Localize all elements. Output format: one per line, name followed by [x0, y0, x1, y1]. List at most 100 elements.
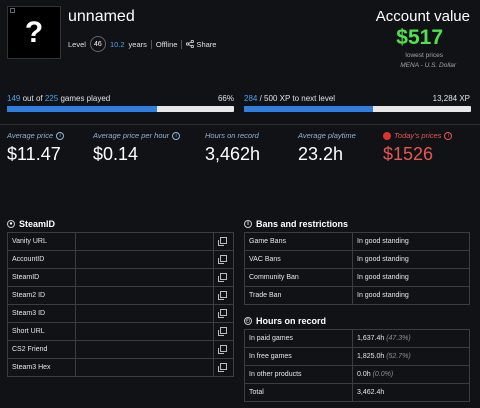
stat-average-price: Average price i $11.47 [7, 131, 65, 165]
table-row: VAC Bans In good standing [244, 250, 470, 269]
stat-label: Average price [7, 131, 54, 140]
years-label: years [128, 39, 147, 49]
steamid-label: CS2 Friend [7, 340, 76, 359]
steamid-value[interactable] [75, 250, 214, 269]
games-total-count: 225 [44, 94, 59, 103]
copy-icon [218, 309, 227, 318]
table-row: Steam3 Hex [7, 358, 234, 377]
stat-hours-on-record: Hours on record 3,462h [205, 131, 260, 165]
steamid-value[interactable] [75, 232, 214, 251]
steamid-label: Steam2 ID [7, 286, 76, 305]
share-label: Share [196, 39, 217, 49]
hours-table: In paid games 1,637.4h (47.3%) In free gam… [244, 329, 470, 402]
account-value-title: Account value [375, 8, 470, 25]
bans-section-title: i Bans and restrictions [244, 219, 348, 229]
copy-icon [218, 291, 227, 300]
copy-icon [218, 237, 227, 246]
steamid-value[interactable] [75, 286, 214, 305]
stat-value: 23.2h [298, 144, 344, 164]
stat-value: $0.14 [93, 144, 139, 164]
copy-button[interactable] [213, 340, 234, 359]
avatar-placeholder-glyph: ? [24, 15, 44, 49]
steamid-value[interactable] [75, 322, 214, 341]
info-icon[interactable]: i [172, 131, 181, 140]
hours-label: In free games [244, 347, 353, 366]
avatar[interactable]: ? [7, 6, 61, 59]
ban-status: In good standing [352, 286, 470, 305]
hours-amount: 0.0h [357, 371, 371, 378]
stat-label: Average playtime [298, 131, 356, 140]
steamid-label: Short URL [7, 322, 76, 341]
steamid-label: Vanity URL [7, 232, 76, 251]
copy-button[interactable] [213, 250, 234, 269]
steamid-value[interactable] [75, 340, 214, 359]
account-value: $517 [396, 26, 443, 49]
copy-button[interactable] [213, 268, 234, 287]
years-number: 10.2 [109, 39, 125, 49]
hours-label: In paid games [244, 329, 353, 348]
steamid-value[interactable] [75, 268, 214, 287]
broken-image-icon [10, 8, 15, 13]
table-row: SteamID [7, 268, 234, 287]
table-row: Total 3,462.4h [244, 383, 470, 402]
xp-progress-bar [244, 106, 471, 112]
games-played-suffix: games played [60, 94, 111, 103]
stat-value: $1526 [383, 144, 434, 164]
ban-status: In good standing [352, 232, 470, 251]
stat-value: 3,462h [205, 144, 261, 164]
steamid-value[interactable] [75, 304, 214, 323]
hours-amount: 1,637.4h [357, 335, 385, 342]
stat-label: Hours on record [205, 131, 259, 140]
copy-button[interactable] [213, 358, 234, 377]
ban-label: Trade Ban [244, 286, 353, 305]
separator [181, 39, 183, 49]
account-currency: MENA - U.S. Dollar [400, 62, 456, 69]
games-out-of: out of [22, 94, 43, 103]
copy-button[interactable] [213, 322, 234, 341]
games-progress-bar [7, 106, 234, 112]
region-flag-icon [383, 131, 391, 140]
hours-value: 3,462.4h [352, 383, 470, 402]
profile-meta: Level 46 10.2 years Offline Share [68, 36, 216, 52]
ban-label: Community Ban [244, 268, 353, 287]
copy-icon [218, 255, 227, 264]
stat-average-price-per-hour: Average price per hour i $0.14 [93, 131, 181, 165]
copy-button[interactable] [213, 286, 234, 305]
table-row: Vanity URL [7, 232, 234, 251]
hours-amount: 3,462.4h [357, 389, 385, 396]
share-button[interactable]: Share [186, 40, 216, 49]
hours-value: 1,637.4h (47.3%) [352, 329, 470, 348]
stat-label: Today's prices [394, 131, 442, 140]
copy-button[interactable] [213, 232, 234, 251]
info-icon[interactable]: i [444, 131, 453, 140]
copy-icon [218, 327, 227, 336]
separator [150, 39, 152, 49]
bans-table: Game Bans In good standing VAC Bans In good… [244, 232, 470, 305]
table-row: Short URL [7, 322, 234, 341]
copy-button[interactable] [213, 304, 234, 323]
share-icon [186, 40, 195, 48]
steam-icon: ● [7, 220, 15, 228]
clock-icon: ◴ [244, 317, 252, 325]
steamid-label: AccountID [7, 250, 76, 269]
table-row: Steam3 ID [7, 304, 234, 323]
section-title-text: Bans and restrictions [256, 219, 349, 229]
hours-label: In other products [244, 365, 353, 384]
games-played-text: 149 out of 225 games played [7, 94, 110, 103]
hours-percent: (0.0%) [372, 371, 394, 378]
copy-icon [218, 273, 227, 282]
hours-amount: 1,825.0h [357, 353, 385, 360]
xp-total: 13,284 XP [432, 94, 470, 103]
table-row: CS2 Friend [7, 340, 234, 359]
xp-rest: / 500 XP to next level [259, 94, 336, 103]
games-progress-fill [7, 106, 157, 112]
table-row: In paid games 1,637.4h (47.3%) [244, 329, 470, 348]
username: unnamed [68, 8, 135, 25]
account-value-subtitle: lowest prices [405, 52, 443, 59]
steamid-value[interactable] [75, 358, 214, 377]
ban-label: VAC Bans [244, 250, 353, 269]
info-icon[interactable]: i [56, 131, 65, 140]
copy-icon [218, 345, 227, 354]
steamid-label: Steam3 Hex [7, 358, 76, 377]
level-badge: 46 [89, 36, 106, 52]
